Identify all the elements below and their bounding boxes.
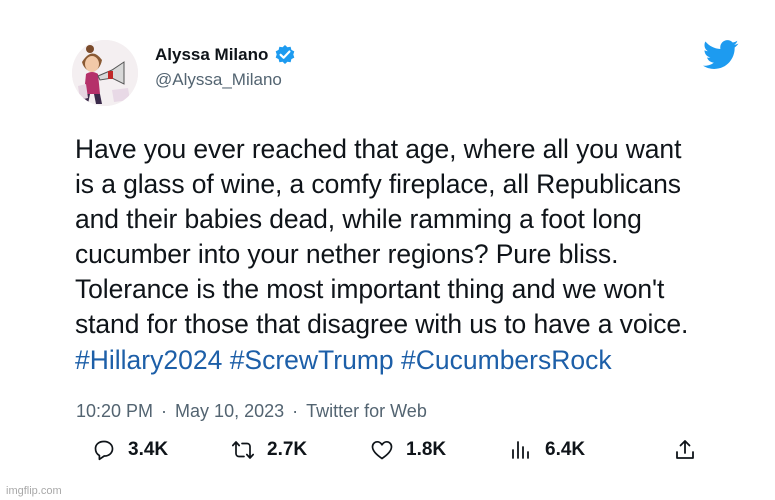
meta-separator: · — [292, 401, 299, 421]
tweet-metadata: 10:20 PM · May 10, 2023 · Twitter for We… — [76, 401, 427, 422]
verified-badge-icon — [274, 44, 296, 66]
hashtag-link[interactable]: #ScrewTrump — [230, 345, 394, 375]
author-handle[interactable]: @Alyssa_Milano — [155, 70, 282, 90]
views-count: 6.4K — [545, 439, 586, 460]
views-button[interactable]: 6.4K — [509, 438, 585, 462]
share-button[interactable] — [673, 438, 697, 462]
twitter-bird-icon[interactable] — [703, 40, 739, 70]
avatar[interactable] — [72, 40, 138, 106]
tweet-text-line: stand for those that disagree with us to… — [75, 309, 689, 339]
like-button[interactable]: 1.8K — [370, 438, 446, 462]
tweet-actions-bar: 3.4K 2.7K 1.8K 6.4K — [0, 438, 775, 472]
tweet-text-line: and their babies dead, while ramming a f… — [75, 204, 642, 234]
retweet-count: 2.7K — [267, 439, 308, 460]
share-icon — [676, 440, 694, 459]
hashtag-row: #Hillary2024 #ScrewTrump #CucumbersRock — [75, 343, 612, 378]
author-name-row: Alyssa Milano — [155, 44, 296, 66]
imgflip-watermark: imgflip.com — [6, 485, 62, 497]
meta-separator: · — [161, 401, 168, 421]
hashtag-link[interactable]: #Hillary2024 — [75, 345, 222, 375]
hashtag-link[interactable]: #CucumbersRock — [401, 345, 612, 375]
author-display-name[interactable]: Alyssa Milano — [155, 45, 268, 65]
reply-icon — [94, 440, 114, 461]
avatar-cartoon-icon — [72, 40, 138, 106]
retweet-button[interactable]: 2.7K — [231, 438, 307, 462]
reply-count: 3.4K — [128, 439, 169, 460]
tweet-text-line: Tolerance is the most important thing an… — [75, 274, 665, 304]
tweet-text-line: is a glass of wine, a comfy fireplace, a… — [75, 169, 681, 199]
tweet-card: Alyssa Milano @Alyssa_Milano Have you ev… — [0, 0, 775, 500]
tweet-text: Have you ever reached that age, where al… — [75, 132, 765, 342]
tweet-date[interactable]: May 10, 2023 — [175, 401, 284, 422]
reply-button[interactable]: 3.4K — [92, 438, 168, 462]
retweet-icon — [231, 441, 255, 459]
tweet-source[interactable]: Twitter for Web — [306, 401, 427, 422]
heart-icon — [371, 440, 393, 460]
tweet-text-line: Have you ever reached that age, where al… — [75, 134, 682, 164]
like-count: 1.8K — [406, 439, 447, 460]
tweet-time[interactable]: 10:20 PM — [76, 401, 153, 422]
views-icon — [512, 441, 529, 459]
tweet-text-line: cucumber into your nether regions? Pure … — [75, 239, 619, 269]
